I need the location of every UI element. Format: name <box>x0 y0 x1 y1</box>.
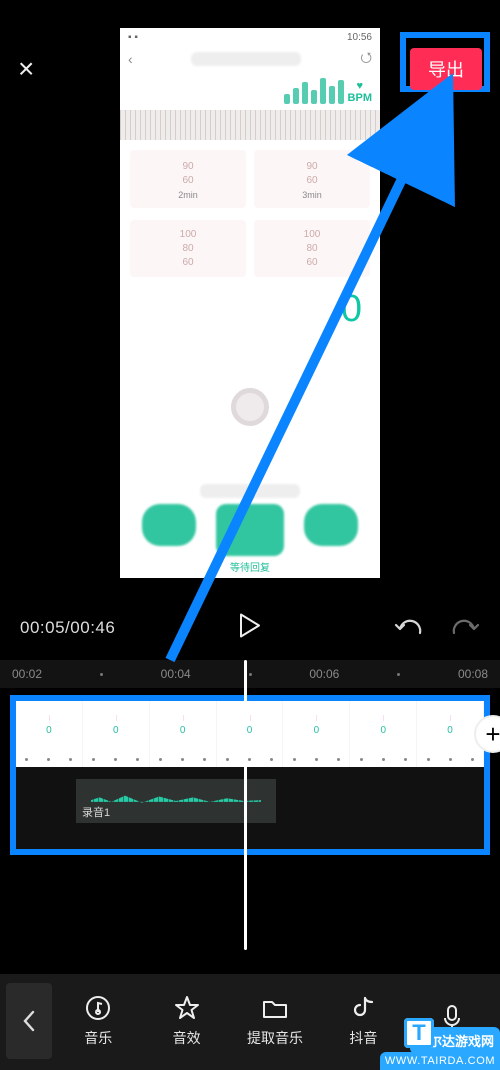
scale-col-a: 90 60 2min <box>130 150 246 208</box>
phone-bottom-caption: 等待回复 <box>120 559 380 574</box>
tool-label: 音乐 <box>84 1028 112 1048</box>
tool-extract-music[interactable]: 提取音乐 <box>233 994 317 1048</box>
undo-button[interactable] <box>394 615 424 642</box>
ruler-tick: 00:04 <box>161 667 191 681</box>
tool-label: 音效 <box>173 1028 201 1048</box>
scale-col-b: 90 60 3min <box>254 150 370 208</box>
time-current: 00:05 <box>20 618 65 637</box>
tool-sfx[interactable]: 音效 <box>144 994 228 1048</box>
video-frame[interactable]: 0 <box>150 701 217 767</box>
douyin-icon <box>351 994 375 1022</box>
phone-caption-blurred <box>200 484 300 498</box>
star-icon <box>174 994 200 1022</box>
playback-controls: 00:05/00:46 <box>0 608 500 648</box>
audio-waveform <box>91 792 261 810</box>
big-value: 0 <box>341 288 362 331</box>
video-frame[interactable]: 0 <box>217 701 284 767</box>
music-note-icon <box>85 994 111 1022</box>
phone-record-button <box>231 388 269 426</box>
ruler-tick: 00:08 <box>458 667 488 681</box>
scale-row-1: 90 60 2min 90 60 3min <box>120 144 380 214</box>
play-button[interactable] <box>238 613 262 644</box>
playhead[interactable] <box>244 660 247 950</box>
ruler-dot <box>100 673 103 676</box>
close-button[interactable]: × <box>18 53 34 85</box>
phone-blob-left <box>142 504 196 546</box>
ruler-dot <box>397 673 400 676</box>
tool-music[interactable]: 音乐 <box>56 994 140 1048</box>
waveform-strip <box>120 110 380 140</box>
scale-col-c: 100 80 60 <box>130 220 246 277</box>
status-left: ▪ ▪ <box>128 32 138 43</box>
scale-col-d: 100 80 60 <box>254 220 370 277</box>
top-bar: × 导出 <box>0 44 500 94</box>
video-track[interactable]: 0 0 0 0 0 0 0 <box>16 701 484 767</box>
time-total: 00:46 <box>70 618 115 637</box>
video-frame[interactable]: 0 <box>283 701 350 767</box>
tool-label: 抖音 <box>349 1028 377 1048</box>
phone-blob-right <box>304 504 358 546</box>
bottom-toolbar: 音乐 音效 提取音乐 抖音 <box>0 974 500 1070</box>
timeline-tracks[interactable]: 0 0 0 0 0 0 0 + 录音1 <box>10 695 490 855</box>
video-preview[interactable]: ▪ ▪ 10:56 ‹ ⭯ ♥ BPM 90 60 2min 90 60 3mi… <box>120 28 380 578</box>
timeline-ruler[interactable]: 00:02 00:04 00:06 00:08 <box>0 660 500 688</box>
export-button[interactable]: 导出 <box>410 48 482 90</box>
time-display: 00:05/00:46 <box>20 618 115 638</box>
video-frame[interactable]: 0 <box>16 701 83 767</box>
audio-clip-label: 录音1 <box>82 804 110 820</box>
ruler-tick: 00:02 <box>12 667 42 681</box>
video-frame[interactable]: 0 <box>350 701 417 767</box>
folder-icon <box>261 994 289 1022</box>
tool-label: 提取音乐 <box>247 1028 303 1048</box>
scale-row-2: 100 80 60 100 80 60 <box>120 214 380 283</box>
redo-button[interactable] <box>450 615 480 642</box>
ruler-tick: 00:06 <box>309 667 339 681</box>
toolbar-back-button[interactable] <box>6 983 52 1059</box>
tool-douyin[interactable]: 抖音 <box>321 994 405 1048</box>
phone-bottom-row <box>120 504 380 556</box>
status-time: 10:56 <box>347 32 372 43</box>
tool-record[interactable] <box>410 1004 494 1038</box>
microphone-icon <box>441 1004 463 1032</box>
phone-blob-mid <box>216 504 284 556</box>
video-frame[interactable]: 0 <box>83 701 150 767</box>
ruler-dot <box>249 673 252 676</box>
